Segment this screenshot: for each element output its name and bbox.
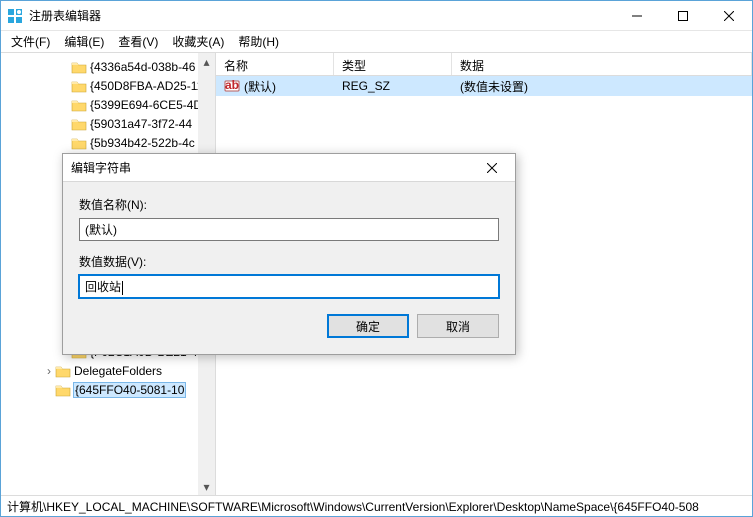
name-label: 数值名称(N): [79,196,499,213]
text-caret [122,281,123,295]
dialog-close-button[interactable] [477,154,507,182]
close-button[interactable] [706,1,752,31]
menu-help[interactable]: 帮助(H) [238,33,279,50]
dialog-title: 编辑字符串 [71,159,477,176]
client-area: {4336a54d-038b-46{450D8FBA-AD25-11{5399E… [1,53,752,495]
ok-button[interactable]: 确定 [327,314,409,338]
data-label: 数值数据(V): [79,253,499,270]
dialog-overlay: 编辑字符串 数值名称(N): (默认) 数值数据(V): 回收站 确定 取消 [1,53,752,495]
minimize-button[interactable] [614,1,660,31]
edit-string-dialog: 编辑字符串 数值名称(N): (默认) 数值数据(V): 回收站 确定 取消 [62,153,516,355]
data-input[interactable]: 回收站 [79,275,499,298]
titlebar: 注册表编辑器 [1,1,752,31]
app-icon [7,8,23,24]
status-path: 计算机\HKEY_LOCAL_MACHINE\SOFTWARE\Microsof… [7,500,699,514]
status-bar: 计算机\HKEY_LOCAL_MACHINE\SOFTWARE\Microsof… [1,495,752,516]
name-input[interactable]: (默认) [79,218,499,241]
menu-file[interactable]: 文件(F) [11,33,50,50]
menu-view[interactable]: 查看(V) [118,33,158,50]
menu-edit[interactable]: 编辑(E) [64,33,104,50]
menubar: 文件(F) 编辑(E) 查看(V) 收藏夹(A) 帮助(H) [1,31,752,53]
menu-favorites[interactable]: 收藏夹(A) [172,33,224,50]
dialog-titlebar[interactable]: 编辑字符串 [63,154,515,182]
cancel-button[interactable]: 取消 [417,314,499,338]
maximize-button[interactable] [660,1,706,31]
window-title: 注册表编辑器 [29,7,614,24]
